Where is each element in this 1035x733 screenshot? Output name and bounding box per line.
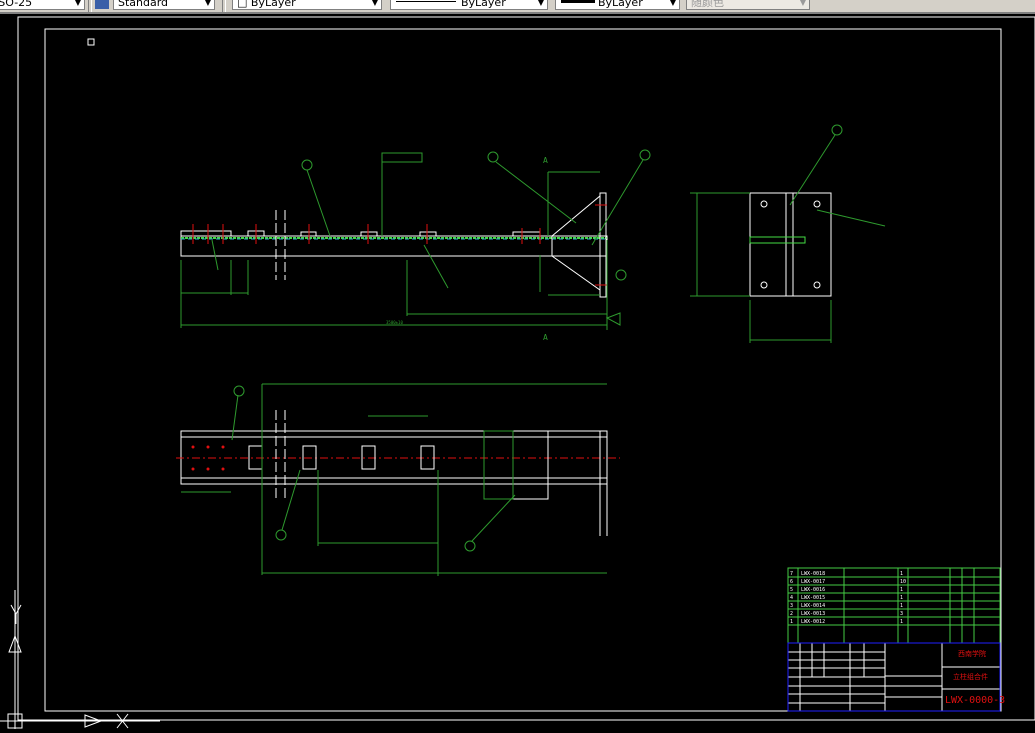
textstyle-icon[interactable] xyxy=(95,0,109,9)
svg-text:LWX-0016: LWX-0016 xyxy=(801,587,825,593)
lineweight-preview-icon xyxy=(561,0,595,3)
chevron-down-icon: ▼ xyxy=(537,0,544,7)
svg-text:LWX-0013: LWX-0013 xyxy=(801,611,825,617)
svg-text:LWX-0015: LWX-0015 xyxy=(801,595,825,601)
svg-text:10: 10 xyxy=(900,579,906,585)
svg-text:1: 1 xyxy=(900,595,903,601)
plotstyle-value: 随颜色 xyxy=(691,0,724,9)
color-value: ByLayer xyxy=(250,0,296,9)
properties-toolbar: ISO-25 ▼ Standard ▼ □ ByLayer ▼ ByLayer ▼ By… xyxy=(0,0,1035,14)
svg-text:3: 3 xyxy=(790,603,793,609)
dimstyle-dropdown[interactable]: ISO-25 ▼ xyxy=(0,0,85,10)
linetype-preview-icon xyxy=(396,1,456,2)
top-view xyxy=(176,383,620,576)
chevron-down-icon: ▼ xyxy=(371,0,378,7)
svg-text:4: 4 xyxy=(790,595,793,601)
color-swatch-icon: □ xyxy=(237,0,251,9)
drawing-canvas[interactable]: 3500±10 A A 7 LWX-0018 1 6 LWX-0017 10 5… xyxy=(0,14,1035,729)
chevron-down-icon: ▼ xyxy=(74,0,81,7)
section-view-a xyxy=(690,124,886,343)
toolbar-separator xyxy=(222,0,226,12)
textstyle-dropdown[interactable]: Standard ▼ xyxy=(113,0,215,10)
svg-text:1: 1 xyxy=(900,603,903,609)
pickbox-cursor xyxy=(87,38,95,46)
chevron-down-icon: ▼ xyxy=(799,0,806,7)
linetype-dropdown[interactable]: ByLayer ▼ xyxy=(390,0,548,10)
toolbar-separator xyxy=(88,0,92,12)
chevron-down-icon: ▼ xyxy=(669,0,676,7)
linetype-value: ByLayer xyxy=(461,0,506,9)
svg-text:1: 1 xyxy=(790,619,793,625)
drawing-area[interactable]: 3500±10 A A 7 LWX-0018 1 6 LWX-0017 10 5… xyxy=(0,14,1035,729)
svg-text:1: 1 xyxy=(900,571,903,577)
ucs-icon xyxy=(0,590,160,729)
svg-text:2: 2 xyxy=(790,611,793,617)
svg-text:LWX-0012: LWX-0012 xyxy=(801,619,825,625)
svg-text:1: 1 xyxy=(900,587,903,593)
lineweight-dropdown[interactable]: ByLayer ▼ xyxy=(555,0,680,10)
svg-text:LWX-0014: LWX-0014 xyxy=(801,603,825,609)
overall-length-dimension: 3500±10 xyxy=(386,320,403,325)
drawing-number: LWX-0000-3 xyxy=(945,695,1005,706)
svg-text:3: 3 xyxy=(900,611,903,617)
plotstyle-dropdown: 随颜色 ▼ xyxy=(686,0,810,10)
svg-text:LWX-0017: LWX-0017 xyxy=(801,579,825,585)
chevron-down-icon: ▼ xyxy=(204,0,211,7)
title-block: 7 LWX-0018 1 6 LWX-0017 10 5 LWX-0016 1 4 LWX-0… xyxy=(787,567,1005,712)
svg-text:LWX-0018: LWX-0018 xyxy=(801,571,825,577)
drawing-name: 立柱组合件 xyxy=(953,672,988,681)
section-label: A xyxy=(543,333,548,342)
svg-text:1: 1 xyxy=(900,619,903,625)
school-name: 西南学院 xyxy=(958,649,986,658)
textstyle-value: Standard xyxy=(118,0,169,9)
svg-text:5: 5 xyxy=(790,587,793,593)
svg-text:7: 7 xyxy=(790,571,793,577)
svg-text:A: A xyxy=(543,156,548,165)
dimstyle-value: ISO-25 xyxy=(0,0,33,9)
svg-text:6: 6 xyxy=(790,579,793,585)
front-view: 3500±10 A A xyxy=(180,149,651,342)
color-dropdown[interactable]: □ ByLayer ▼ xyxy=(232,0,382,10)
sheet-outer-border xyxy=(17,16,1035,721)
lineweight-value: ByLayer xyxy=(598,0,643,9)
